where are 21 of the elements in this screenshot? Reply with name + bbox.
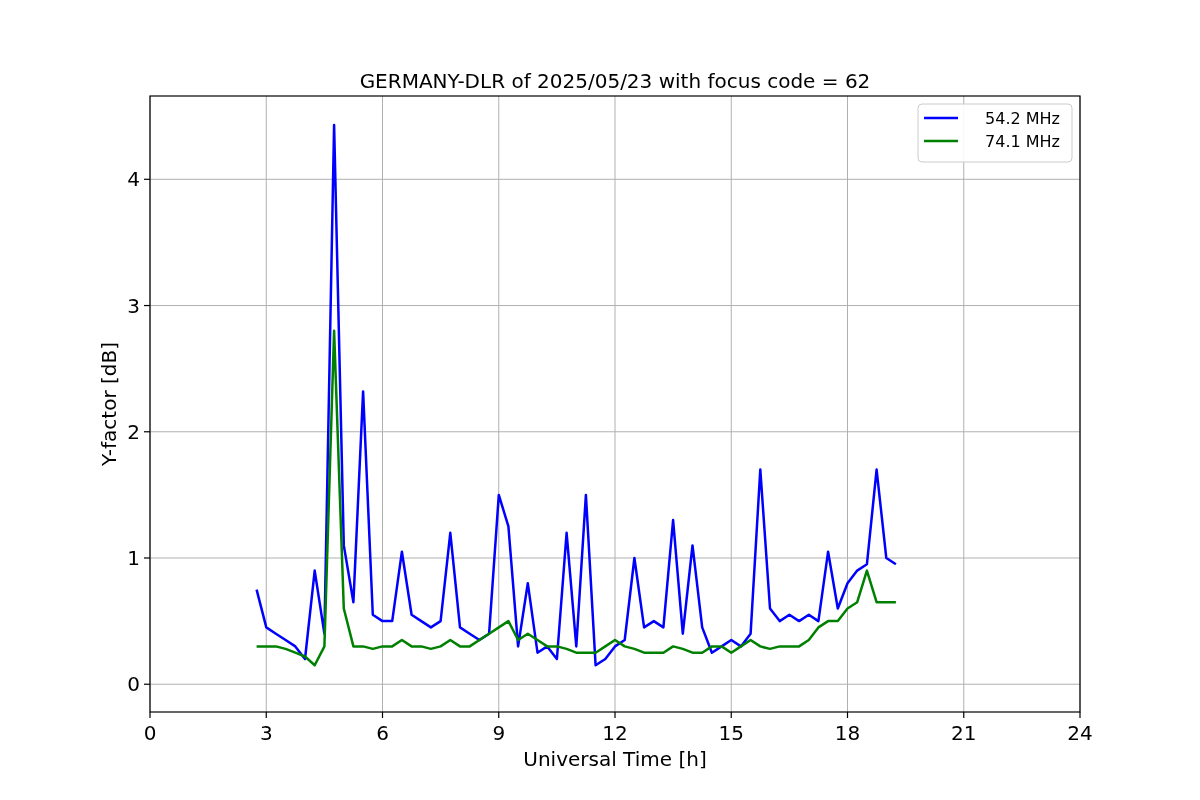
tick-label: 24 — [1067, 721, 1093, 745]
y-axis-label: Y-factor [dB] — [97, 342, 121, 466]
tick-label: 3 — [259, 721, 273, 745]
tick-label: 0 — [127, 672, 140, 697]
legend-line-icon — [924, 116, 958, 120]
tick-label: 15 — [718, 721, 744, 745]
tick-label: 6 — [376, 721, 389, 745]
tick-label: 4 — [127, 167, 140, 192]
tick-label: 9 — [492, 721, 506, 745]
tick-label: 12 — [602, 721, 628, 745]
tick-label: 1 — [127, 546, 140, 570]
tick-label: 3 — [127, 293, 140, 318]
chart-title: GERMANY-DLR of 2025/05/23 with focus code = 62 — [359, 69, 871, 93]
x-axis-label: Universal Time [h] — [523, 747, 707, 771]
tick-label: 2 — [127, 419, 140, 444]
legend-label: 74.1 MHz — [985, 132, 1060, 151]
tick-label: 21 — [951, 721, 977, 745]
tick-label: 0 — [143, 721, 157, 745]
legend-label: 54.2 MHz — [985, 109, 1060, 128]
legend-line-icon — [924, 139, 958, 143]
tick-label: 18 — [834, 721, 861, 745]
